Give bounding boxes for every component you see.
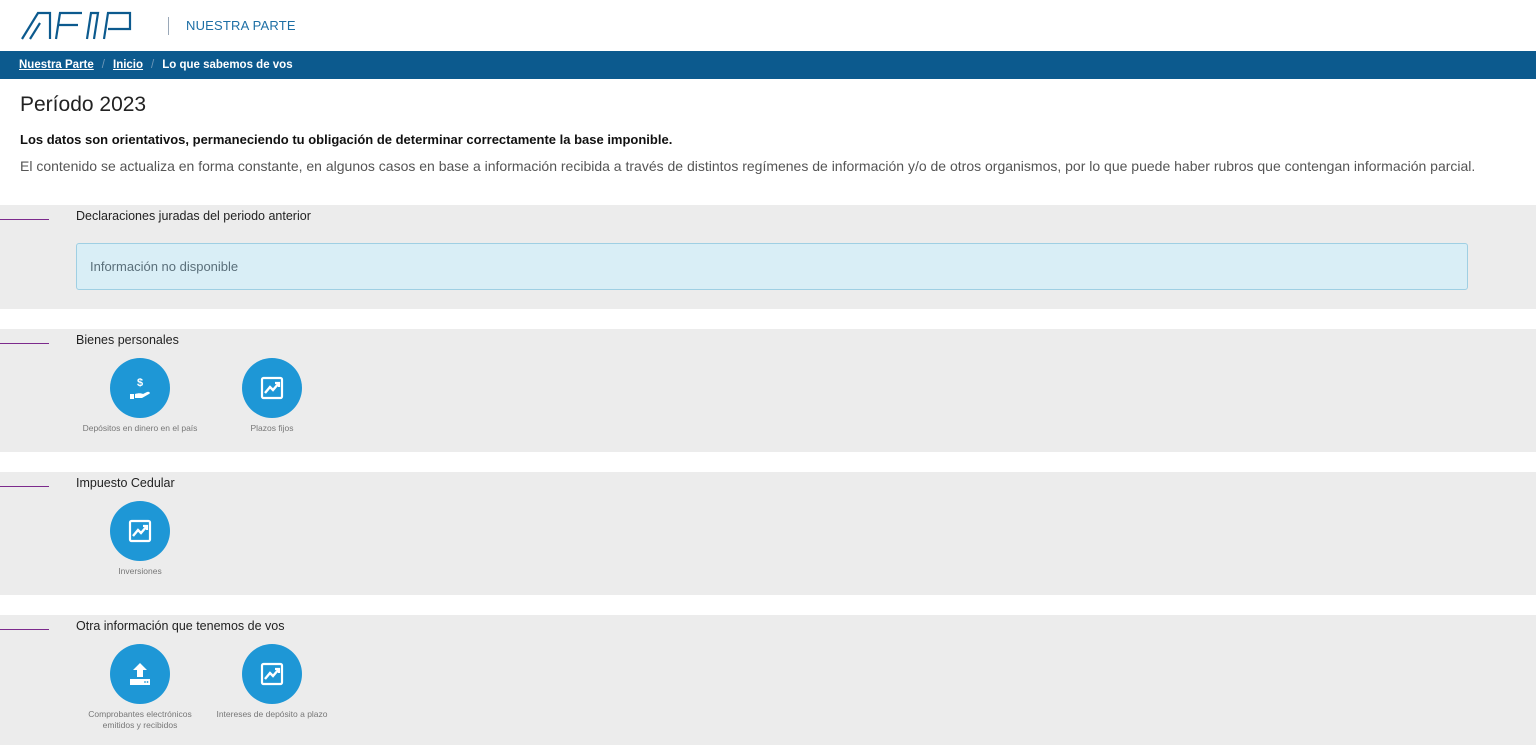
tile-label[interactable]: Depósitos en dinero en el país — [75, 423, 205, 434]
disclaimer-text: Los datos son orientativos, permaneciend… — [20, 132, 673, 147]
tile-depositos-dinero[interactable]: $ Depósitos en dinero en el país — [75, 358, 205, 434]
breadcrumb-link-inicio[interactable]: Inicio — [113, 59, 143, 71]
tile-icon-circle[interactable] — [242, 358, 302, 418]
breadcrumb-divider: / — [101, 59, 105, 71]
tile-icon-circle[interactable]: $ — [110, 358, 170, 418]
section-accent-line — [0, 219, 49, 220]
section-title: Declaraciones juradas del periodo anteri… — [76, 209, 311, 223]
afip-logo-icon[interactable] — [20, 11, 146, 41]
upload-icon — [130, 663, 150, 685]
tile-icon-circle[interactable] — [110, 644, 170, 704]
description-text: El contenido se actualiza en forma const… — [20, 158, 1476, 174]
tile-icon-circle[interactable] — [242, 644, 302, 704]
section-otra-informacion: Otra información que tenemos de vos Comp… — [0, 615, 1536, 745]
section-title: Bienes personales — [76, 333, 179, 347]
site-header: NUESTRA PARTE — [0, 0, 1536, 51]
breadcrumb-link-nuestra-parte[interactable]: Nuestra Parte — [19, 59, 94, 71]
section-impuesto-cedular: Impuesto Cedular Inversiones — [0, 472, 1536, 595]
section-accent-line — [0, 486, 49, 487]
page-title: Período 2023 — [20, 93, 147, 116]
breadcrumb-divider: / — [151, 59, 155, 71]
header-title: NUESTRA PARTE — [186, 18, 296, 33]
svg-text:$: $ — [137, 377, 143, 389]
header-divider — [168, 16, 169, 35]
tile-label[interactable]: Intereses de depósito a plazo — [207, 709, 337, 720]
tile-label[interactable]: Inversiones — [75, 566, 205, 577]
chart-line-icon — [260, 376, 284, 400]
section-title: Impuesto Cedular — [76, 476, 175, 490]
section-bienes-personales: Bienes personales $ Depósitos en dinero … — [0, 329, 1536, 452]
page-intro: Período 2023 Los datos son orientativos,… — [0, 92, 1536, 177]
info-alert: Información no disponible — [76, 243, 1468, 290]
section-accent-line — [0, 343, 49, 344]
tile-label[interactable]: Plazos fijos — [207, 423, 337, 434]
breadcrumb-current: Lo que sabemos de vos — [162, 59, 293, 71]
tile-icon-circle[interactable] — [110, 501, 170, 561]
section-title: Otra información que tenemos de vos — [76, 619, 285, 633]
tile-inversiones[interactable]: Inversiones — [75, 501, 205, 577]
tile-intereses-deposito[interactable]: Intereses de depósito a plazo — [207, 644, 337, 720]
breadcrumb: Nuestra Parte / Inicio / Lo que sabemos … — [0, 51, 1536, 79]
chart-line-icon — [260, 662, 284, 686]
tile-label[interactable]: Comprobantes electrónicos emitidos y rec… — [75, 709, 205, 731]
section-accent-line — [0, 629, 49, 630]
chart-line-icon — [128, 519, 152, 543]
section-declaraciones: Declaraciones juradas del periodo anteri… — [0, 205, 1536, 309]
tile-comprobantes-electronicos[interactable]: Comprobantes electrónicos emitidos y rec… — [75, 644, 205, 731]
money-hand-icon: $ — [130, 377, 150, 399]
tile-plazos-fijos[interactable]: Plazos fijos — [207, 358, 337, 434]
